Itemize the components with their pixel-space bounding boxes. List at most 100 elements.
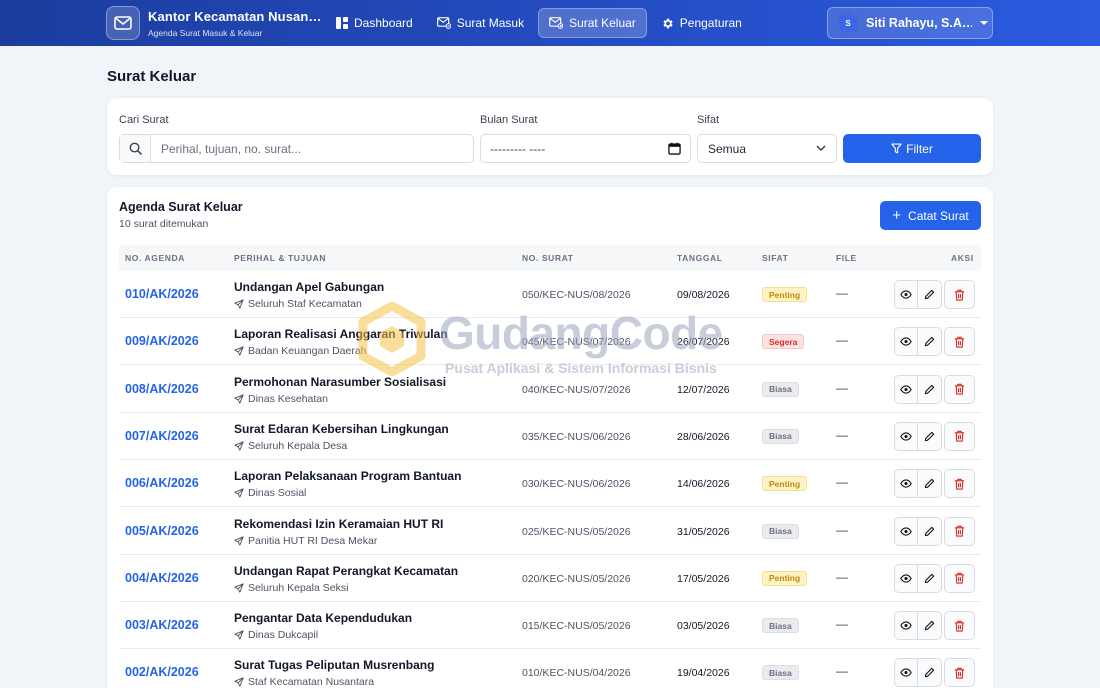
tujuan-cell: Seluruh Kepala Desa — [234, 440, 347, 452]
view-button[interactable] — [894, 280, 918, 309]
tujuan-text: Staf Kecamatan Nusantara — [248, 676, 375, 688]
calendar-icon[interactable] — [668, 142, 681, 155]
tanggal-text: 14/06/2026 — [677, 478, 730, 491]
sifat-badge: Penting — [762, 287, 808, 302]
pencil-icon — [924, 431, 935, 442]
edit-button[interactable] — [918, 611, 942, 641]
view-button[interactable] — [894, 611, 918, 641]
user-menu-button[interactable]: S Siti Rahayu, S.A… — [827, 7, 993, 39]
pencil-icon — [924, 620, 935, 631]
nav-dashboard[interactable]: Dashboard — [326, 8, 423, 38]
edit-button[interactable] — [918, 374, 942, 404]
perihal-text: Laporan Realisasi Anggaran Triwulan — [234, 327, 448, 342]
agenda-number-link[interactable]: 007/AK/2026 — [125, 429, 199, 443]
user-name: Siti Rahayu, S.A… — [866, 16, 972, 30]
inbox-mail-icon — [436, 17, 451, 29]
search-icon — [120, 135, 151, 162]
col-aksi: AKSI — [951, 253, 974, 263]
month-input[interactable]: --------- ---- — [480, 134, 691, 163]
perihal-text: Undangan Apel Gabungan — [234, 280, 385, 294]
perihal-text: Surat Edaran Kebersihan Lingkungan — [234, 421, 449, 436]
edit-button[interactable] — [918, 469, 942, 499]
agenda-number-link[interactable]: 002/AK/2026 — [125, 665, 199, 679]
tanggal-text: 19/04/2026 — [677, 667, 730, 680]
no-surat-text: 045/KEC-NUS/07/2026 — [522, 336, 631, 349]
agenda-number-link[interactable]: 009/AK/2026 — [125, 334, 199, 348]
agenda-number-link[interactable]: 003/AK/2026 — [125, 618, 199, 632]
eye-icon — [900, 432, 912, 441]
no-surat-text: 040/KEC-NUS/07/2026 — [522, 383, 631, 396]
trash-icon — [954, 525, 965, 537]
trash-icon — [954, 620, 965, 632]
delete-button[interactable] — [944, 280, 975, 309]
agenda-number-link[interactable]: 004/AK/2026 — [125, 571, 199, 585]
edit-button[interactable] — [918, 280, 942, 309]
funnel-icon — [891, 143, 902, 154]
trash-icon — [954, 667, 965, 679]
view-button[interactable] — [894, 421, 918, 451]
table-row: 005/AK/2026 Rekomendasi Izin Keramaian HU… — [119, 508, 981, 555]
tujuan-text: Panitia HUT RI Desa Mekar — [248, 534, 378, 547]
view-button[interactable] — [894, 563, 918, 593]
eye-icon — [900, 668, 912, 678]
sifat-select[interactable]: Semua — [697, 134, 837, 163]
delete-button[interactable] — [944, 469, 975, 499]
tanggal-text: 28/06/2026 — [677, 430, 730, 443]
trash-icon — [954, 573, 965, 584]
delete-button[interactable] — [944, 421, 975, 451]
table-row: 008/AK/2026 Permohonan Narasumber Sosiali… — [119, 366, 981, 413]
eye-icon — [900, 526, 912, 536]
view-button[interactable] — [894, 327, 918, 357]
view-button[interactable] — [894, 469, 918, 499]
sifat-badge: Biasa — [762, 381, 799, 397]
table-row: 009/AK/2026 Laporan Realisasi Anggaran Tr… — [119, 318, 981, 366]
row-actions — [894, 563, 975, 593]
edit-button[interactable] — [918, 563, 942, 593]
search-input[interactable] — [151, 135, 473, 162]
filter-button[interactable]: Filter — [843, 134, 981, 163]
send-icon — [234, 630, 244, 640]
no-surat-text: 015/KEC-NUS/05/2026 — [522, 620, 631, 633]
no-surat-text: 020/KEC-NUS/05/2026 — [522, 572, 631, 585]
table-card: Agenda Surat Keluar 10 surat ditemukan +… — [107, 187, 993, 688]
delete-button[interactable] — [944, 658, 975, 688]
tujuan-cell: Dinas Sosial — [234, 487, 306, 499]
tujuan-text: Dinas Sosial — [248, 487, 307, 500]
tanggal-text: 09/08/2026 — [677, 289, 730, 301]
nav-pengaturan[interactable]: Pengaturan — [651, 8, 752, 38]
trash-icon — [954, 289, 965, 301]
edit-button[interactable] — [918, 421, 942, 451]
perihal-text: Rekomendasi Izin Keramaian HUT RI — [234, 516, 444, 531]
send-icon — [234, 346, 244, 356]
table-row: 002/AK/2026 Surat Tugas Peliputan Musrenb… — [119, 649, 981, 688]
catat-surat-button[interactable]: + Catat Surat — [880, 201, 981, 230]
nav-surat-masuk[interactable]: Surat Masuk — [427, 8, 534, 38]
sifat-badge: Penting — [762, 570, 808, 586]
tujuan-text: Dinas Dukcapil — [248, 629, 319, 642]
delete-button[interactable] — [944, 374, 975, 404]
brand[interactable]: Kantor Kecamatan Nusan… Agenda Surat Mas… — [106, 6, 326, 40]
delete-button[interactable] — [944, 516, 975, 546]
delete-button[interactable] — [944, 563, 975, 593]
agenda-number-link[interactable]: 010/AK/2026 — [125, 287, 199, 301]
pencil-icon — [924, 384, 935, 394]
file-text: — — [836, 664, 848, 679]
plus-icon: + — [892, 207, 902, 224]
delete-button[interactable] — [944, 327, 975, 357]
pencil-icon — [924, 289, 935, 300]
view-button[interactable] — [894, 516, 918, 546]
tujuan-cell: Staf Kecamatan Nusantara — [234, 676, 374, 688]
edit-button[interactable] — [918, 327, 942, 357]
agenda-number-link[interactable]: 005/AK/2026 — [125, 524, 199, 538]
no-surat-text: 050/KEC-NUS/08/2026 — [522, 289, 631, 301]
view-button[interactable] — [894, 658, 918, 688]
delete-button[interactable] — [944, 611, 975, 641]
nav-surat-keluar[interactable]: Surat Keluar — [538, 8, 647, 38]
agenda-number-link[interactable]: 006/AK/2026 — [125, 476, 199, 490]
edit-button[interactable] — [918, 516, 942, 546]
perihal-text: Pengantar Data Kependudukan — [234, 611, 413, 626]
edit-button[interactable] — [918, 658, 942, 688]
agenda-number-link[interactable]: 008/AK/2026 — [125, 382, 199, 396]
view-button[interactable] — [894, 374, 918, 404]
perihal-text: Permohonan Narasumber Sosialisasi — [234, 374, 447, 389]
